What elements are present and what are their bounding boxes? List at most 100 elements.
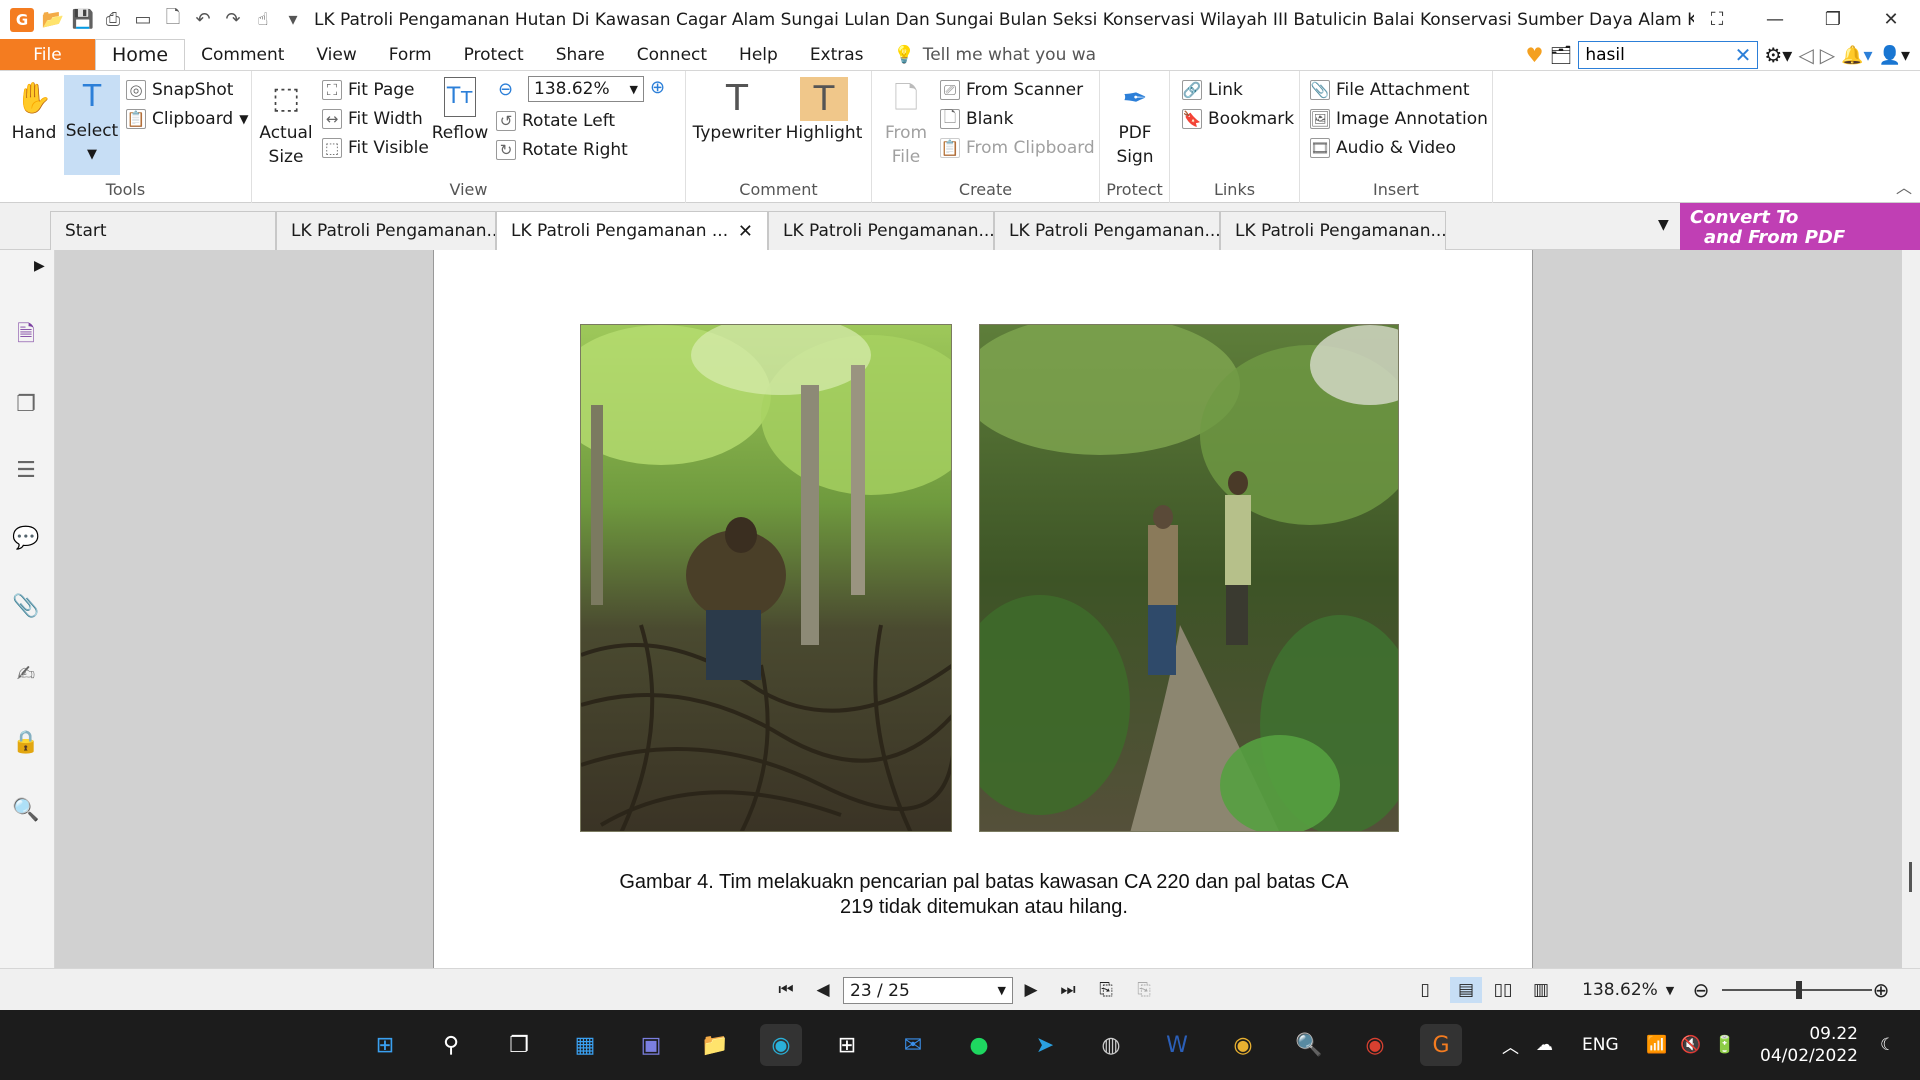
convert-pdf-banner[interactable]: Convert To and From PDF: [1680, 203, 1920, 250]
menu-form[interactable]: Form: [373, 39, 448, 70]
zoom-out-icon[interactable]: ⊖: [498, 79, 513, 100]
menu-home[interactable]: Home: [95, 39, 186, 70]
page-dropdown-icon[interactable]: ▼: [998, 984, 1006, 997]
zoom-dropdown[interactable]: 138.62% ▼: [528, 76, 644, 102]
link-button[interactable]: 🔗 Link: [1182, 77, 1243, 103]
notification-moon-icon[interactable]: ☾: [1880, 1010, 1895, 1080]
settings-gear-icon[interactable]: ⚙▾: [1764, 43, 1792, 67]
expand-panel-icon[interactable]: ▶: [34, 258, 45, 274]
pdf-sign-button[interactable]: ✒ PDF Sign: [1106, 77, 1164, 169]
close-button[interactable]: ✕: [1862, 0, 1920, 39]
menu-extras[interactable]: Extras: [794, 39, 880, 70]
typewriter-button[interactable]: T Typewriter: [693, 77, 782, 145]
continuous-facing-icon[interactable]: ▥: [1526, 977, 1556, 1003]
window-icon[interactable]: ▭: [132, 9, 154, 31]
word-icon[interactable]: W: [1156, 1024, 1198, 1066]
tab-document-2[interactable]: LK Patroli Pengamanan ... ✕: [496, 211, 768, 250]
highlight-button[interactable]: T Highlight: [782, 77, 866, 145]
hand-button[interactable]: ✋ Hand: [8, 77, 60, 145]
clipboard-dropdown-icon[interactable]: ▼: [239, 112, 248, 126]
edge-browser-icon[interactable]: ◉: [760, 1024, 802, 1066]
notification-bell-icon[interactable]: 🔔▾: [1841, 45, 1872, 66]
signature-panel-icon[interactable]: ✍: [10, 658, 42, 690]
continuous-page-icon[interactable]: ▤: [1450, 977, 1482, 1003]
show-hidden-icons[interactable]: ︿: [1502, 1010, 1519, 1080]
windows-start-icon[interactable]: ⊞: [364, 1024, 406, 1066]
open-folder-icon[interactable]: 📂: [42, 9, 64, 31]
vertical-scrollbar[interactable]: [1902, 250, 1920, 968]
rotate-right-button[interactable]: ↻ Rotate Right: [496, 137, 628, 163]
taskbar-search-icon[interactable]: ⚲: [430, 1024, 472, 1066]
customize-dropdown-icon[interactable]: ▾: [282, 9, 304, 31]
wifi-icon[interactable]: 📶: [1646, 1010, 1667, 1080]
menu-connect[interactable]: Connect: [621, 39, 723, 70]
zoom-slider-thumb[interactable]: [1796, 981, 1802, 999]
search-input[interactable]: [1585, 45, 1726, 65]
security-lock-icon[interactable]: 🔒: [10, 726, 42, 758]
actual-size-button[interactable]: ⬚ Actual Size: [258, 77, 314, 169]
save-icon[interactable]: 💾: [72, 9, 94, 31]
find-folder-icon[interactable]: 🗂: [1549, 45, 1572, 66]
attachments-icon[interactable]: 📎: [10, 590, 42, 622]
search-tools-icon[interactable]: 🔍: [10, 794, 42, 826]
zoom-level-text[interactable]: 138.62%: [1578, 977, 1662, 1003]
menu-view[interactable]: View: [300, 39, 372, 70]
menu-help[interactable]: Help: [723, 39, 794, 70]
teams-chat-icon[interactable]: ▣: [630, 1024, 672, 1066]
fit-width-button[interactable]: ↔ Fit Width: [322, 106, 423, 132]
file-attachment-button[interactable]: 📎 File Attachment: [1310, 77, 1470, 103]
rotate-left-button[interactable]: ↺ Rotate Left: [496, 108, 615, 134]
clipboard-button[interactable]: 📋 Clipboard ▼: [126, 106, 248, 132]
foxit-pdf-icon[interactable]: G: [1420, 1024, 1462, 1066]
file-explorer-icon[interactable]: 📁: [694, 1024, 736, 1066]
hand-tool-icon[interactable]: ☝: [252, 9, 274, 31]
pages-thumbnail-icon[interactable]: ❐: [10, 388, 42, 420]
blank-button[interactable]: 🗋 Blank: [940, 106, 1013, 132]
menu-share[interactable]: Share: [540, 39, 621, 70]
next-page-icon[interactable]: ▶: [1018, 977, 1044, 1003]
file-menu[interactable]: File: [0, 39, 95, 70]
collapse-ribbon-icon[interactable]: ︿: [1896, 174, 1912, 198]
close-tab-icon[interactable]: ✕: [738, 221, 753, 242]
telegram-icon[interactable]: ➤: [1024, 1024, 1066, 1066]
tab-start[interactable]: Start: [50, 211, 276, 250]
audio-video-button[interactable]: 🎞 Audio & Video: [1310, 135, 1456, 161]
comments-icon[interactable]: 💬: [10, 522, 42, 554]
battery-icon[interactable]: 🔋: [1714, 1010, 1735, 1080]
zoom-in-status-icon[interactable]: ⊕: [1868, 977, 1894, 1003]
from-scanner-button[interactable]: ⎚ From Scanner: [940, 77, 1083, 103]
next-result-icon[interactable]: ▷: [1820, 43, 1835, 67]
zoom-out-status-icon[interactable]: ⊖: [1688, 977, 1714, 1003]
tab-list-dropdown-icon[interactable]: ▼: [1658, 217, 1669, 233]
task-view-icon[interactable]: ❐: [498, 1024, 540, 1066]
from-file-button[interactable]: 🗋 From File: [878, 77, 934, 169]
page-number-input[interactable]: 23 / 25 ▼: [843, 977, 1013, 1004]
first-page-icon[interactable]: ⏮: [772, 977, 800, 1003]
last-page-icon[interactable]: ⏭: [1054, 977, 1082, 1003]
page-view-disabled-icon[interactable]: ⎘: [1130, 977, 1158, 1003]
page-view-icon[interactable]: ⎘: [1092, 977, 1120, 1003]
fit-visible-button[interactable]: ⬚ Fit Visible: [322, 135, 429, 161]
volume-muted-icon[interactable]: 🔇: [1680, 1010, 1701, 1080]
zoom-in-icon[interactable]: ⊕: [650, 77, 665, 98]
cloud-sync-icon[interactable]: ☁: [1536, 1010, 1553, 1080]
previous-result-icon[interactable]: ◁: [1798, 43, 1813, 67]
print-icon[interactable]: ⎙: [102, 9, 124, 31]
from-clipboard-button[interactable]: 📋 From Clipboard: [940, 135, 1095, 161]
select-button[interactable]: T Select ▼: [64, 75, 120, 175]
widgets-icon[interactable]: ▦: [564, 1024, 606, 1066]
mail-icon[interactable]: ✉: [892, 1024, 934, 1066]
user-account-icon[interactable]: 👤▾: [1879, 45, 1910, 66]
fit-page-button[interactable]: ⛶ Fit Page: [322, 77, 415, 103]
layers-icon[interactable]: ☰: [10, 454, 42, 486]
minimize-button[interactable]: —: [1746, 0, 1804, 39]
page-properties-icon[interactable]: 🗎: [10, 320, 42, 352]
chrome-icon[interactable]: ◉: [1222, 1024, 1264, 1066]
document-view[interactable]: Gambar 4. Tim melakuakn pencarian pal ba…: [55, 250, 1920, 968]
clock[interactable]: 09.22 04/02/2022: [1760, 1010, 1858, 1080]
image-annotation-button[interactable]: 🖼 Image Annotation: [1310, 106, 1488, 132]
ribbon-display-icon[interactable]: ⛶: [1688, 0, 1746, 39]
single-page-icon[interactable]: ▯: [1410, 977, 1440, 1003]
bookmark-button[interactable]: 🔖 Bookmark: [1182, 106, 1294, 132]
tab-document-1[interactable]: LK Patroli Pengamanan...: [276, 211, 496, 250]
